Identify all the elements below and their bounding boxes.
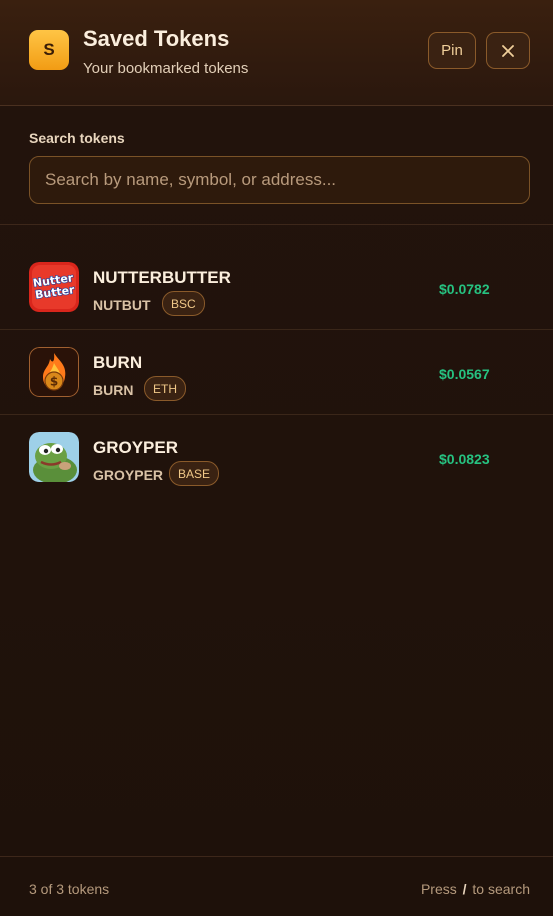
keyboard-hint: Press / to search	[421, 881, 530, 897]
panel-footer: 3 of 3 tokens Press / to search	[0, 856, 553, 916]
svg-text:$: $	[50, 375, 58, 389]
pin-button[interactable]: Pin	[428, 32, 476, 69]
token-row-nutterbutter[interactable]: Nutter Butter NUTTERBUTTER NUTBUT BSC $0…	[0, 245, 553, 330]
search-box[interactable]	[29, 156, 530, 204]
token-symbol: NUTBUT	[93, 297, 151, 313]
page-subtitle: Your bookmarked tokens	[83, 60, 249, 77]
token-name: NUTTERBUTTER	[93, 268, 231, 287]
nutterbutter-logo: Nutter Butter	[29, 262, 79, 312]
search-input[interactable]	[30, 157, 529, 203]
token-price: $0.0567	[439, 366, 490, 382]
chain-badge: BASE	[169, 461, 220, 486]
token-name: BURN	[93, 353, 143, 372]
search-label: Search tokens	[29, 130, 125, 146]
chain-badge: BSC	[162, 291, 205, 316]
burn-logo: $	[29, 347, 79, 397]
panel-header: S Saved Tokens Your bookmarked tokens Pi…	[0, 0, 553, 106]
token-name: GROYPER	[93, 438, 179, 457]
page-title: Saved Tokens	[83, 26, 230, 51]
chain-badge: ETH	[144, 376, 186, 401]
token-price: $0.0782	[439, 281, 490, 297]
token-symbol: BURN	[93, 382, 134, 398]
close-button[interactable]	[486, 32, 530, 69]
token-list: Nutter Butter NUTTERBUTTER NUTBUT BSC $0…	[0, 225, 553, 500]
token-symbol: GROYPER	[93, 467, 164, 483]
token-row-burn[interactable]: $ BURN BURN ETH $0.0567	[0, 330, 553, 415]
saved-tokens-panel: S Saved Tokens Your bookmarked tokens Pi…	[0, 0, 553, 916]
token-price: $0.0823	[439, 451, 490, 467]
app-logo: S	[29, 30, 69, 70]
close-icon	[502, 44, 514, 57]
hint-key: /	[462, 881, 467, 897]
search-section: Search tokens	[0, 106, 553, 225]
groyper-logo	[29, 432, 79, 482]
hint-suffix: to search	[472, 881, 530, 897]
hint-prefix: Press	[420, 881, 457, 897]
token-count: 3 of 3 tokens	[29, 881, 110, 897]
token-row-groyper[interactable]: GROYPER GROYPER BASE $0.0823	[0, 415, 553, 500]
